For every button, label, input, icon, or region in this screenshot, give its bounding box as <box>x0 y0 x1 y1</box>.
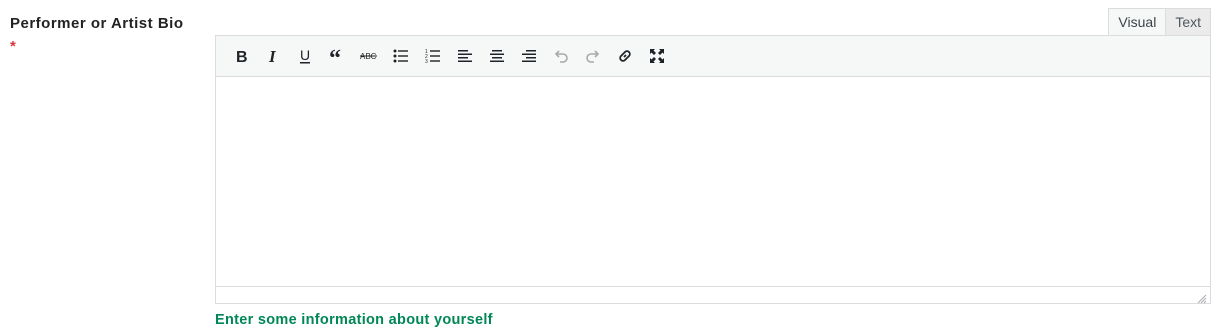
field-label: Performer or Artist Bio <box>10 15 184 32</box>
align-right-button[interactable] <box>513 41 545 71</box>
editor-toolbar: B I U “ ABC 1 2 3 <box>216 36 1210 77</box>
italic-button[interactable]: I <box>257 41 289 71</box>
editor-statusbar <box>216 286 1210 304</box>
svg-text:I: I <box>268 48 277 64</box>
underline-icon: U <box>298 48 312 64</box>
undo-icon <box>553 49 569 63</box>
blockquote-button[interactable]: “ <box>321 41 353 71</box>
svg-text:B: B <box>236 49 248 64</box>
editor-content-area[interactable] <box>216 77 1210 286</box>
undo-button[interactable] <box>545 41 577 71</box>
rich-text-editor: B I U “ ABC 1 2 3 <box>215 35 1211 304</box>
svg-text:U: U <box>300 48 310 63</box>
svg-text:3: 3 <box>425 59 428 63</box>
align-center-button[interactable] <box>481 41 513 71</box>
tab-text[interactable]: Text <box>1166 8 1211 36</box>
bulleted-list-button[interactable] <box>385 41 417 71</box>
italic-icon: I <box>266 48 280 64</box>
editor-mode-tabs: Visual Text <box>1108 8 1211 37</box>
resize-handle-icon[interactable] <box>1197 291 1207 304</box>
blockquote-icon: “ <box>329 49 345 63</box>
align-center-icon <box>489 49 505 63</box>
bold-button[interactable]: B <box>225 41 257 71</box>
fullscreen-button[interactable] <box>641 41 673 71</box>
strikethrough-icon: ABC <box>360 51 378 61</box>
fullscreen-icon <box>649 48 665 64</box>
align-left-icon <box>457 49 473 63</box>
strikethrough-button[interactable]: ABC <box>353 41 385 71</box>
align-right-icon <box>521 49 537 63</box>
svg-text:“: “ <box>329 49 341 63</box>
redo-icon <box>585 49 601 63</box>
redo-button[interactable] <box>577 41 609 71</box>
link-icon <box>617 48 633 64</box>
insert-link-button[interactable] <box>609 41 641 71</box>
bulleted-list-icon <box>393 49 409 63</box>
underline-button[interactable]: U <box>289 41 321 71</box>
required-indicator: * <box>10 38 16 55</box>
numbered-list-icon: 123 <box>425 49 441 63</box>
bold-icon: B <box>234 48 248 64</box>
tab-visual[interactable]: Visual <box>1108 8 1167 37</box>
numbered-list-button[interactable]: 123 <box>417 41 449 71</box>
field-help-text: Enter some information about yourself <box>215 312 493 328</box>
align-left-button[interactable] <box>449 41 481 71</box>
